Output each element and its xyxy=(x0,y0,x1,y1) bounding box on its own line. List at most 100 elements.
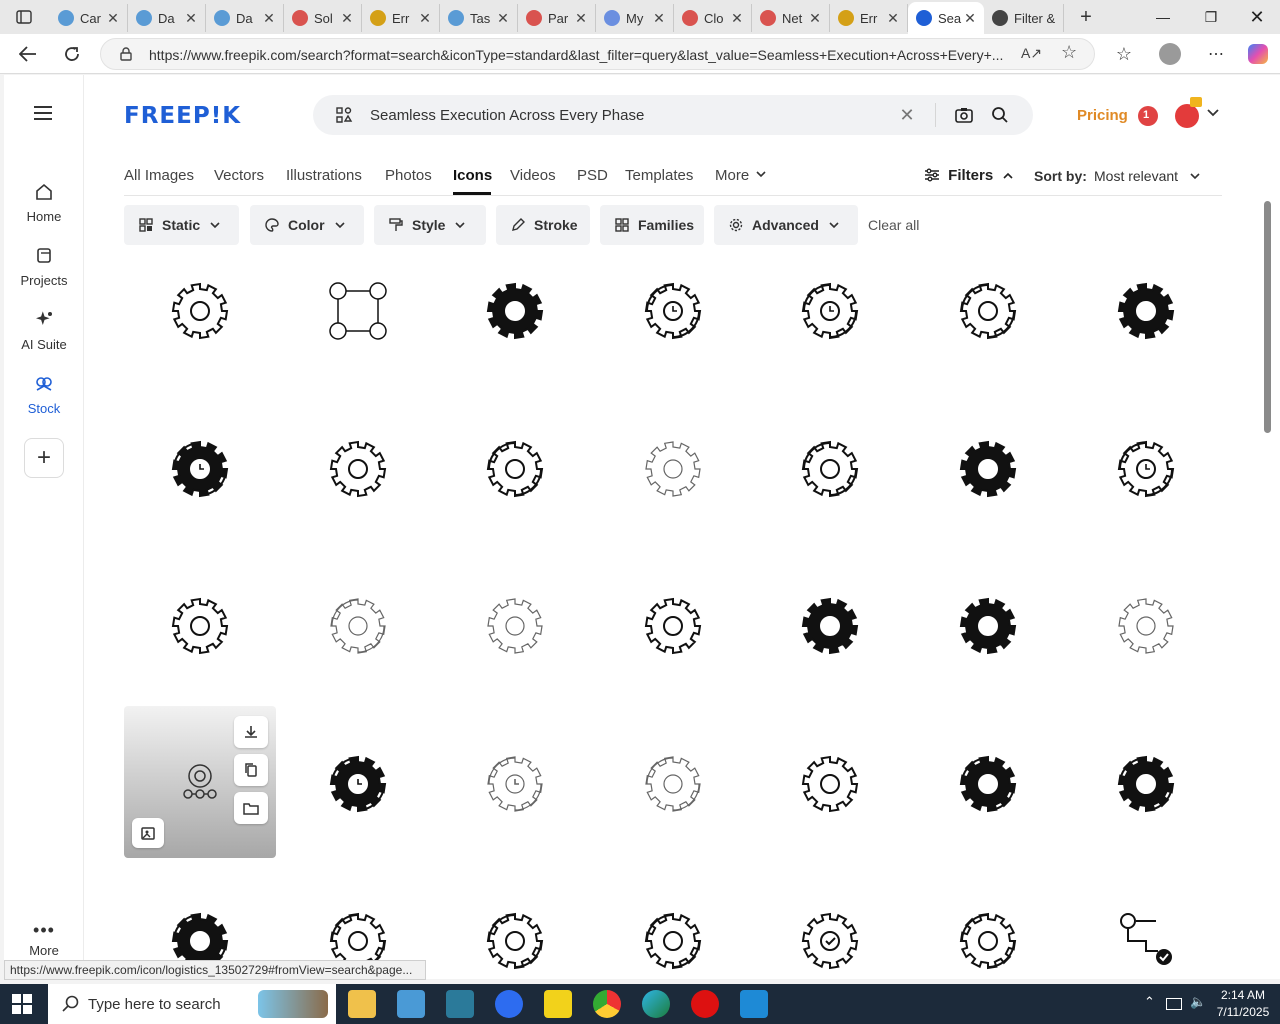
browser-tab[interactable]: Clo ✕ xyxy=(674,4,752,32)
clear-search-icon[interactable]: ✕ xyxy=(897,105,917,125)
tab-close-icon[interactable]: ✕ xyxy=(417,10,433,27)
category-tab[interactable]: More xyxy=(715,167,766,184)
result-icon-card[interactable] xyxy=(1070,865,1222,979)
browser-tab[interactable]: Da ✕ xyxy=(206,4,284,32)
chrome-icon[interactable] xyxy=(593,990,621,1018)
add-button[interactable]: + xyxy=(24,438,64,478)
vscode-icon[interactable] xyxy=(740,990,768,1018)
result-icon-card[interactable] xyxy=(754,550,906,702)
result-icon-card[interactable] xyxy=(282,235,434,387)
network-icon[interactable] xyxy=(1166,998,1182,1010)
tab-close-icon[interactable]: ✕ xyxy=(962,10,978,27)
category-tab[interactable]: Icons xyxy=(453,167,492,184)
tray-chevron-icon[interactable]: ⌃ xyxy=(1144,994,1155,1014)
result-icon-card[interactable] xyxy=(597,708,749,860)
minimize-button[interactable]: — xyxy=(1140,0,1186,34)
read-aloud-icon[interactable]: A↗ xyxy=(1021,45,1042,62)
tab-close-icon[interactable]: ✕ xyxy=(261,10,277,27)
nav-home[interactable]: Home xyxy=(4,181,84,237)
result-icon-card[interactable] xyxy=(1070,235,1222,387)
category-tab[interactable]: All Images xyxy=(124,167,194,184)
copilot-icon[interactable] xyxy=(1244,40,1272,68)
category-tab[interactable]: Videos xyxy=(510,167,556,184)
result-icon-card[interactable] xyxy=(754,708,906,860)
chevron-down-icon[interactable] xyxy=(1207,109,1219,117)
result-icon-card[interactable] xyxy=(282,550,434,702)
menu-icon[interactable] xyxy=(32,103,56,123)
taskbar-search-input[interactable]: Type here to search xyxy=(48,984,336,1024)
result-icon-card[interactable] xyxy=(124,550,276,702)
tab-close-icon[interactable]: ✕ xyxy=(729,10,745,27)
search-input[interactable]: Seamless Execution Across Every Phase xyxy=(370,107,644,124)
taskbar-clock[interactable]: 2:14 AM 7/11/2025 xyxy=(1212,987,1274,1021)
result-icon-card[interactable] xyxy=(597,865,749,979)
copy-button[interactable] xyxy=(234,754,268,786)
result-icon-card[interactable] xyxy=(754,235,906,387)
category-tab[interactable]: Vectors xyxy=(214,167,264,184)
nav-stock[interactable]: Stock xyxy=(4,373,84,429)
nav-ai-suite[interactable]: AI Suite xyxy=(4,309,84,365)
nav-more[interactable]: ••• More xyxy=(4,920,84,958)
browser-tab[interactable]: Err ✕ xyxy=(830,4,908,32)
windows-start-icon[interactable] xyxy=(12,994,32,1014)
result-icon-card[interactable] xyxy=(912,393,1064,545)
result-icon-card[interactable] xyxy=(597,550,749,702)
scrollbar-thumb[interactable] xyxy=(1264,201,1271,433)
tab-actions-icon[interactable] xyxy=(10,6,38,28)
close-window-button[interactable]: ✕ xyxy=(1234,0,1280,34)
result-icon-card[interactable] xyxy=(439,550,591,702)
favorite-star-icon[interactable]: ☆ xyxy=(1061,42,1077,63)
browser-tab[interactable]: Car ✕ xyxy=(50,4,128,32)
result-icon-card[interactable] xyxy=(597,393,749,545)
category-tab[interactable]: Photos xyxy=(385,167,432,184)
new-tab-button[interactable]: + xyxy=(1074,6,1098,28)
avatar[interactable] xyxy=(1175,104,1199,128)
category-tab[interactable]: Illustrations xyxy=(286,167,362,184)
browser-tab[interactable]: Net ✕ xyxy=(752,4,830,32)
hovered-result-card[interactable] xyxy=(124,706,276,858)
sort-dropdown[interactable]: Most relevant xyxy=(1094,168,1200,184)
tab-close-icon[interactable]: ✕ xyxy=(183,10,199,27)
volume-icon[interactable]: 🔈 xyxy=(1190,994,1206,1014)
category-tab[interactable]: PSD xyxy=(577,167,608,184)
result-icon-card[interactable] xyxy=(754,393,906,545)
camera-icon[interactable] xyxy=(954,105,974,125)
back-button[interactable] xyxy=(14,40,42,68)
edge-icon[interactable] xyxy=(642,990,670,1018)
browser-tab[interactable]: Par ✕ xyxy=(518,4,596,32)
tab-close-icon[interactable]: ✕ xyxy=(807,10,823,27)
favorites-icon[interactable]: ☆ xyxy=(1110,40,1138,68)
page-scrollbar[interactable] xyxy=(1260,195,1274,979)
result-icon-card[interactable] xyxy=(282,393,434,545)
result-icon-card[interactable] xyxy=(912,865,1064,979)
result-icon-card[interactable] xyxy=(439,393,591,545)
category-tab[interactable]: Templates xyxy=(625,167,693,184)
browser-tab[interactable]: Sol ✕ xyxy=(284,4,362,32)
result-icon-card[interactable] xyxy=(912,235,1064,387)
tab-close-icon[interactable]: ✕ xyxy=(885,10,901,27)
profile-icon[interactable] xyxy=(1156,40,1184,68)
pricing-link[interactable]: Pricing xyxy=(1077,107,1128,124)
browser-tab[interactable]: Da ✕ xyxy=(128,4,206,32)
result-icon-card[interactable] xyxy=(439,708,591,860)
save-to-collection-button[interactable] xyxy=(234,792,268,824)
filters-toggle[interactable]: Filters xyxy=(924,167,1013,184)
tab-close-icon[interactable]: ✕ xyxy=(339,10,355,27)
result-icon-card[interactable] xyxy=(439,235,591,387)
search-bar[interactable]: Seamless Execution Across Every Phase ✕ xyxy=(313,95,1033,135)
clear-all-button[interactable]: Clear all xyxy=(868,217,919,233)
settings-menu-icon[interactable]: ⋯ xyxy=(1202,40,1230,68)
result-icon-card[interactable] xyxy=(912,550,1064,702)
result-icon-card[interactable] xyxy=(1070,708,1222,860)
result-icon-card[interactable] xyxy=(754,865,906,979)
tab-close-icon[interactable]: ✕ xyxy=(105,10,121,27)
search-type-icon[interactable] xyxy=(334,105,354,125)
result-icon-card[interactable] xyxy=(439,865,591,979)
result-icon-card[interactable] xyxy=(124,393,276,545)
browser-tab[interactable]: Tas ✕ xyxy=(440,4,518,32)
zoom-icon[interactable] xyxy=(495,990,523,1018)
opera-icon[interactable] xyxy=(691,990,719,1018)
result-icon-card[interactable] xyxy=(124,235,276,387)
search-icon[interactable] xyxy=(990,105,1010,125)
result-icon-card[interactable] xyxy=(912,708,1064,860)
